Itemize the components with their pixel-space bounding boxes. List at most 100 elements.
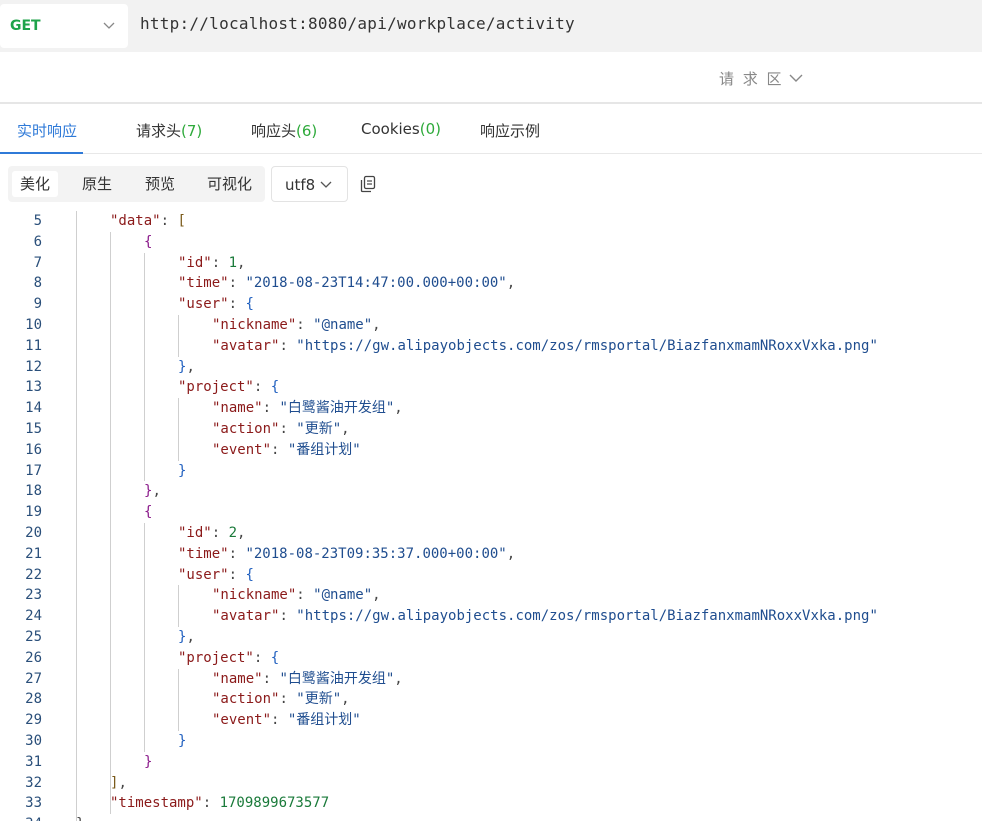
code-text: "project": { (178, 649, 280, 666)
url-input[interactable]: http://localhost:8080/api/workplace/acti… (140, 14, 575, 33)
response-body-viewer[interactable]: 5 "data": [ 6 {7 "id": 1, 8 "time": "2018-08-2… (0, 211, 982, 821)
code-text: } (178, 733, 187, 749)
code-text: } (76, 814, 84, 821)
code-text: "avatar": "https://gw.alipayobjects.com/… (212, 337, 878, 354)
line-number: 25 (25, 629, 42, 645)
method-select[interactable]: GET (0, 4, 128, 48)
response-tabs: 实时响应 请求头(7) 响应头(6) Cookies(0) 响应示例 (0, 104, 982, 154)
code-text: }, (178, 629, 195, 645)
line-number: 15 (25, 421, 42, 437)
line-number: 19 (25, 504, 42, 521)
tab-cookies[interactable]: Cookies(0) (361, 120, 441, 138)
code-text: "name": "白鹭酱油开发组", (212, 670, 403, 687)
tab-request-headers[interactable]: 请求头(7) (136, 120, 202, 141)
code-text: "nickname": "@name", (212, 317, 381, 333)
code-text: ], (110, 774, 127, 791)
indent-guide (178, 585, 179, 627)
code-text: { (144, 504, 153, 521)
code-text: "timestamp": 1709899673577 (110, 795, 330, 812)
method-label: GET (10, 18, 41, 34)
code-text: }, (178, 358, 195, 375)
indent-guide (110, 231, 111, 815)
code-text: "id": 1, (178, 254, 246, 271)
line-number: 5 (33, 213, 42, 229)
tab-label: 请求头 (136, 122, 182, 140)
line-number: 14 (25, 400, 42, 417)
code-text: "user": { (178, 296, 254, 313)
line-number: 13 (25, 379, 42, 396)
url-bar: GET http://localhost:8080/api/workplace/… (0, 0, 982, 52)
line-number: 20 (25, 525, 42, 541)
tab-realtime-response[interactable]: 实时响应 (17, 120, 77, 141)
view-mode-beautify[interactable]: 美化 (12, 171, 59, 197)
line-number: 24 (25, 608, 42, 625)
line-number: 33 (25, 795, 42, 812)
line-number: 27 (25, 670, 42, 687)
chevron-down-icon (789, 74, 803, 82)
chevron-down-icon (320, 181, 332, 188)
code-text: "time": "2018-08-23T14:47:00.000+00:00", (178, 275, 516, 292)
line-number: 29 (25, 712, 42, 729)
line-number: 16 (25, 441, 42, 458)
tab-label: 实时响应 (17, 122, 78, 140)
code-text: "event": "番组计划" (212, 712, 361, 729)
tab-count: (7) (181, 122, 203, 140)
indent-guide (178, 315, 179, 357)
indent-guide (76, 211, 77, 821)
request-area-toggle[interactable]: 请 求 区 (719, 68, 804, 88)
code-text: "data": [ (110, 213, 186, 229)
line-number: 11 (25, 337, 42, 354)
line-number: 6 (33, 233, 42, 250)
line-number: 8 (33, 275, 42, 292)
code-text: }, (144, 483, 161, 500)
code-text: "action": "更新", (212, 421, 350, 437)
tab-label: 响应示例 (480, 122, 541, 140)
view-mode-preview[interactable]: 预览 (137, 171, 183, 197)
code-text: { (144, 233, 153, 250)
line-number: 34 (0, 814, 42, 821)
code-text: "id": 2, (178, 525, 246, 541)
code-text: "event": "番组计划" (212, 441, 361, 458)
tab-label: Cookies (361, 120, 420, 138)
line-number: 21 (25, 545, 42, 562)
line-number: 9 (33, 296, 42, 313)
code-text: } (178, 462, 187, 479)
tab-label: 响应头 (251, 122, 297, 140)
code-text: "name": "白鹭酱油开发组", (212, 400, 403, 417)
code-text: "time": "2018-08-23T09:35:37.000+00:00", (178, 545, 516, 562)
chevron-down-icon (103, 22, 115, 29)
line-number: 12 (25, 358, 42, 375)
request-area-label: 请 求 区 (719, 69, 784, 88)
view-mode-raw[interactable]: 原生 (74, 171, 120, 197)
code-text: "project": { (178, 379, 280, 396)
line-number: 26 (25, 649, 42, 666)
line-number: 22 (25, 566, 42, 583)
line-number: 18 (25, 483, 42, 500)
code-text: "action": "更新", (212, 691, 350, 708)
line-number: 10 (25, 317, 42, 333)
copy-icon[interactable] (360, 175, 376, 193)
line-number: 23 (25, 587, 42, 604)
tab-response-example[interactable]: 响应示例 (480, 120, 540, 141)
tab-count: (6) (296, 122, 318, 140)
indent-guide (144, 523, 145, 752)
line-number: 17 (25, 462, 42, 479)
view-mode-group: 美化 原生 预览 可视化 (8, 166, 265, 202)
tab-count: (0) (419, 120, 441, 138)
line-number: 7 (33, 254, 42, 271)
line-number: 32 (25, 774, 42, 791)
code-text: "user": { (178, 566, 254, 583)
code-text: } (144, 753, 153, 770)
line-number: 30 (25, 733, 42, 749)
encoding-select[interactable]: utf8 (271, 166, 348, 202)
line-number: 28 (25, 691, 42, 708)
view-mode-visualize[interactable]: 可视化 (199, 171, 260, 197)
indent-guide (144, 252, 145, 482)
active-tab-indicator (0, 152, 83, 154)
tab-response-headers[interactable]: 响应头(6) (251, 120, 317, 141)
code-text: "nickname": "@name", (212, 587, 381, 604)
encoding-value: utf8 (285, 176, 316, 194)
indent-guide (178, 398, 179, 461)
indent-guide (178, 668, 179, 731)
line-number: 31 (25, 753, 42, 770)
